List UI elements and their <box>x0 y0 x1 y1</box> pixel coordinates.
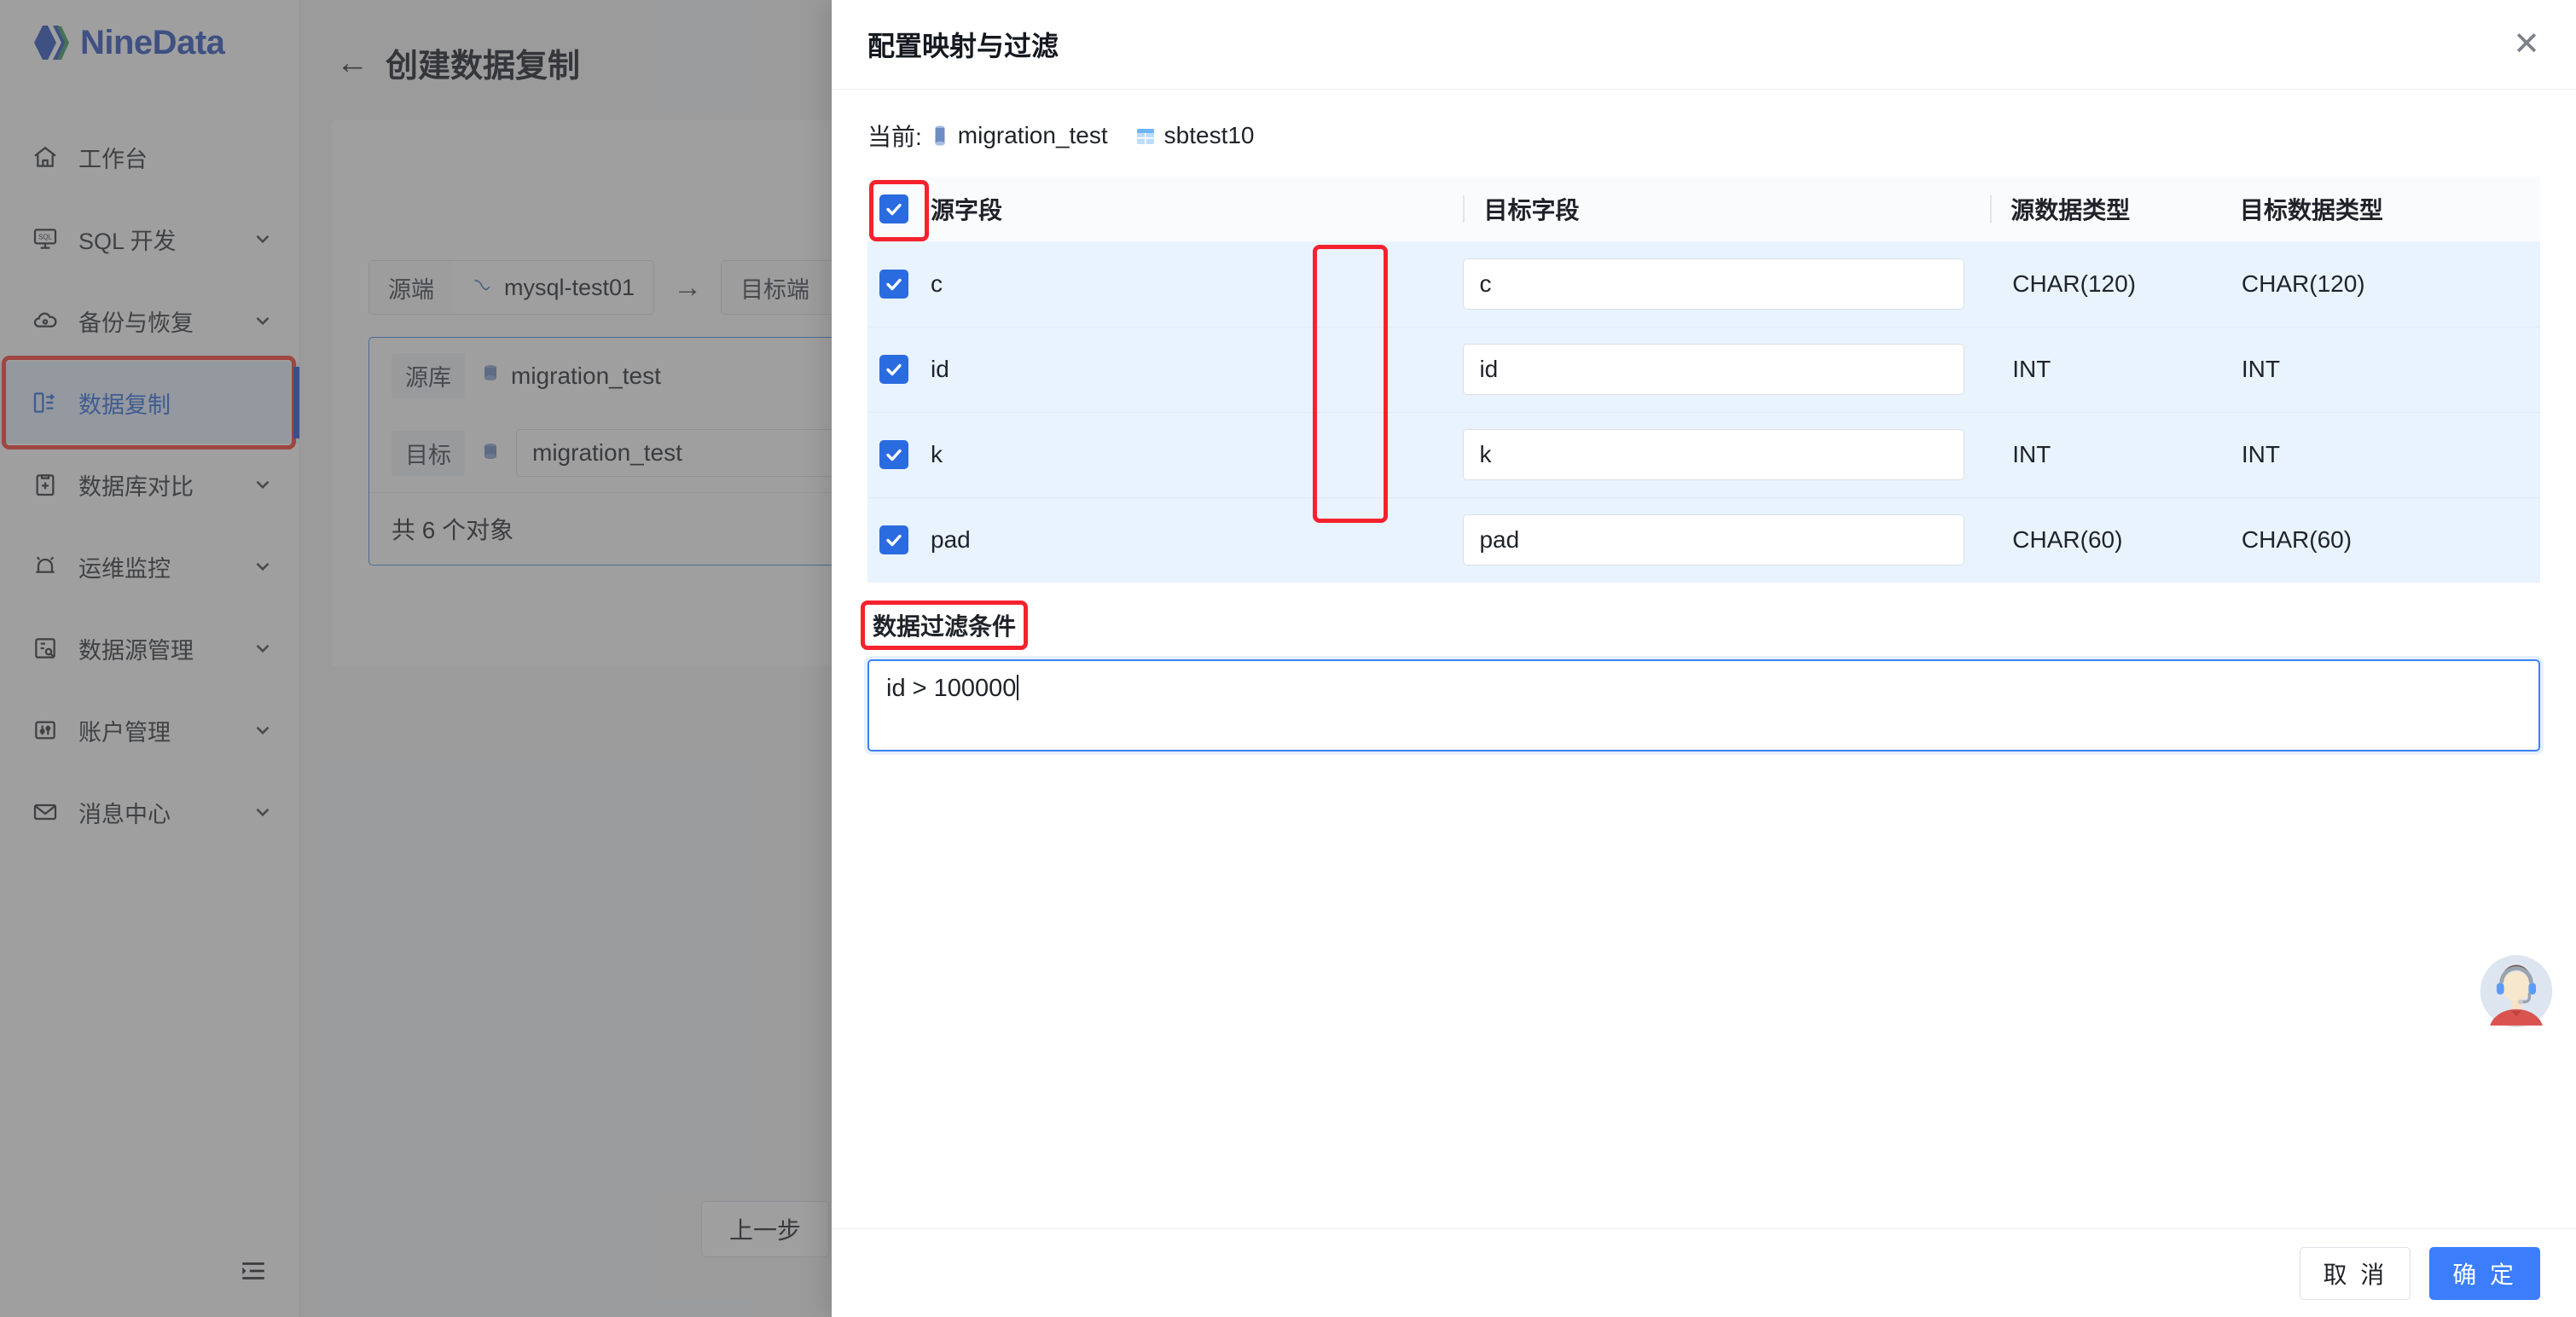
cell-source-field: k <box>867 412 1463 497</box>
breadcrumb-table: sbtest10 <box>1135 122 1255 149</box>
source-field-name: id <box>931 356 949 383</box>
close-icon[interactable]: ✕ <box>2513 28 2540 61</box>
mapping-table-wrap: 源字段 目标字段 源数据类型 <box>867 177 2540 583</box>
mapping-filter-drawer: 配置映射与过滤 ✕ 当前: migration_test sbtest10 <box>832 0 2576 1317</box>
cell-target-type: CHAR(60) <box>2219 497 2540 583</box>
target-type-value: CHAR(120) <box>2221 270 2365 297</box>
table-row: id id INT INT <box>867 327 2540 412</box>
row-checkbox[interactable] <box>879 355 908 384</box>
row-checkbox[interactable] <box>879 525 908 554</box>
cancel-button[interactable]: 取 消 <box>2300 1247 2411 1300</box>
breadcrumb-database-label: migration_test <box>958 122 1108 149</box>
table-row: pad pad CHAR(60) CHAR(60) <box>867 497 2540 583</box>
drawer-body: 当前: migration_test sbtest10 <box>832 90 2576 1228</box>
cell-target-type: INT <box>2219 412 2540 497</box>
column-header-label: 源字段 <box>931 192 1002 226</box>
select-all-checkbox-cell: 源字段 <box>867 192 1002 226</box>
cell-target-type: CHAR(120) <box>2219 241 2540 327</box>
source-field-name: c <box>931 270 943 298</box>
column-source-type: 源数据类型 <box>1990 177 2219 241</box>
cell-target-field: pad <box>1463 497 1990 583</box>
cell-source-field: pad <box>867 497 1463 583</box>
table-row: k k INT INT <box>867 412 2540 497</box>
target-field-input[interactable]: c <box>1463 258 1964 310</box>
column-header-label: 目标字段 <box>1483 192 1579 226</box>
target-type-value: CHAR(60) <box>2221 526 2352 553</box>
row-checkbox[interactable] <box>879 440 908 469</box>
field-mapping-table: 源字段 目标字段 源数据类型 <box>867 177 2540 583</box>
source-type-value: INT <box>1992 441 2051 467</box>
cell-target-field: id <box>1463 327 1990 412</box>
cell-source-type: INT <box>1990 412 2219 497</box>
source-type-value: INT <box>1992 356 2051 382</box>
text-caret <box>1017 675 1018 700</box>
target-type-value: INT <box>2221 441 2280 467</box>
filter-condition-label: 数据过滤条件 <box>867 611 1021 642</box>
column-target-field: 目标字段 <box>1463 177 1990 241</box>
table-icon <box>1135 125 1156 146</box>
breadcrumb-prefix: 当前: <box>867 119 922 153</box>
breadcrumb-database: migration_test <box>931 122 1108 149</box>
target-field-input[interactable]: pad <box>1463 514 1964 566</box>
target-type-value: INT <box>2221 356 2280 382</box>
select-all-checkbox[interactable] <box>879 194 908 223</box>
cell-target-type: INT <box>2219 327 2540 412</box>
cell-source-type: CHAR(120) <box>1990 241 2219 327</box>
column-source-field: 源字段 <box>867 177 1463 241</box>
cell-target-field: c <box>1463 241 1990 327</box>
database-icon <box>931 124 949 148</box>
table-body: c c CHAR(120) CHAR(120) <box>867 241 2540 583</box>
target-field-input[interactable]: k <box>1463 429 1964 480</box>
table-header-row: 源字段 目标字段 源数据类型 <box>867 177 2540 241</box>
filter-condition-textarea[interactable]: id > 100000 <box>867 659 2540 751</box>
customer-support-avatar-icon[interactable] <box>2475 950 2557 1032</box>
table-row: c c CHAR(120) CHAR(120) <box>867 241 2540 327</box>
cell-source-type: CHAR(60) <box>1990 497 2219 583</box>
breadcrumb-table-label: sbtest10 <box>1164 122 1255 149</box>
cell-target-field: k <box>1463 412 1990 497</box>
drawer-footer: 取 消 确 定 <box>832 1228 2576 1317</box>
column-header-label: 目标数据类型 <box>2240 192 2383 226</box>
source-field-name: pad <box>931 526 971 554</box>
drawer-header: 配置映射与过滤 ✕ <box>832 0 2576 90</box>
drawer-title: 配置映射与过滤 <box>867 25 1059 64</box>
filter-label-wrap: 数据过滤条件 <box>867 608 1021 642</box>
confirm-button[interactable]: 确 定 <box>2429 1247 2540 1300</box>
column-target-type: 目标数据类型 <box>2219 177 2540 241</box>
cell-source-field: id <box>867 327 1463 412</box>
row-checkbox[interactable] <box>879 270 908 299</box>
source-type-value: CHAR(60) <box>1992 526 2122 553</box>
column-header-label: 源数据类型 <box>2010 192 2130 226</box>
source-field-name: k <box>931 441 943 468</box>
filter-condition-value: id > 100000 <box>886 675 1016 702</box>
cell-source-type: INT <box>1990 327 2219 412</box>
cell-source-field: c <box>867 241 1463 327</box>
target-field-input[interactable]: id <box>1463 344 1964 395</box>
source-type-value: CHAR(120) <box>1992 270 2136 297</box>
breadcrumb: 当前: migration_test sbtest10 <box>867 119 2540 153</box>
